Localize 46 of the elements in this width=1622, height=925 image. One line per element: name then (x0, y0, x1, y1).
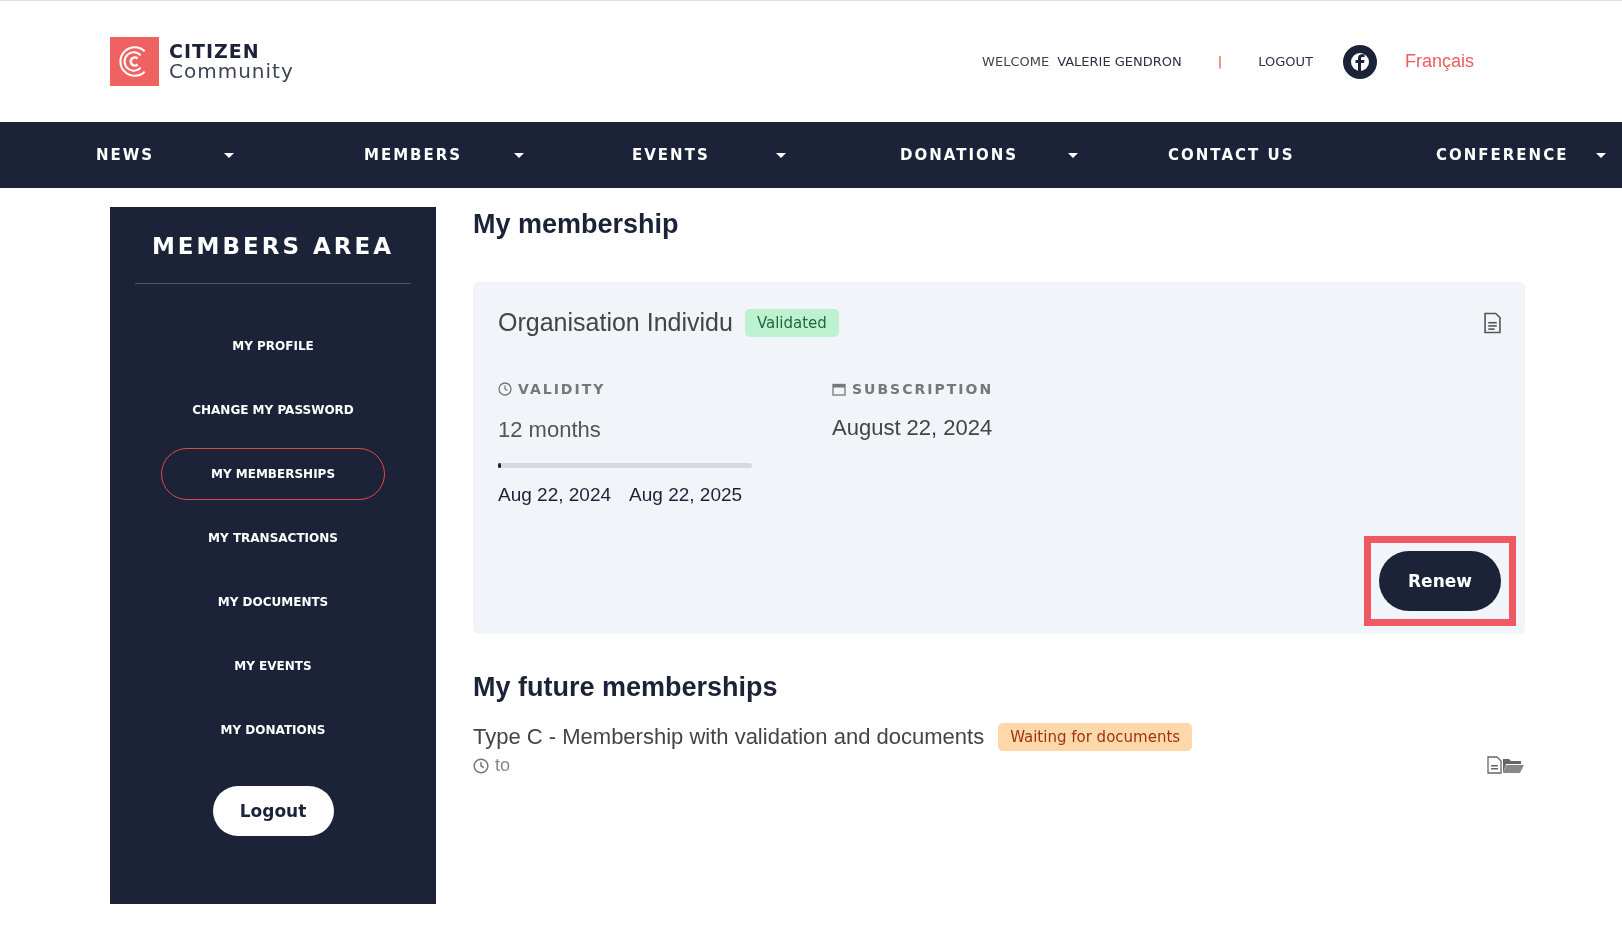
end-date: Aug 22, 2025 (629, 484, 743, 506)
clock-icon (473, 757, 489, 774)
facebook-icon[interactable] (1342, 44, 1377, 79)
sidebar-title: MEMBERS AREA (151, 233, 394, 259)
logout-button[interactable]: Logout (212, 786, 334, 836)
nav-link[interactable]: NEWS (96, 146, 155, 164)
logo-title: CITIZEN (169, 42, 261, 61)
welcome-label: WELCOME (982, 54, 1050, 69)
sidebar-item[interactable]: MY DONATIONS (161, 704, 385, 756)
validity-value: 12 months (498, 417, 602, 443)
clock-icon (498, 382, 512, 396)
sidebar-item[interactable]: MY EVENTS (161, 640, 385, 692)
field-label: VALIDITY (518, 381, 606, 397)
caret-icon[interactable] (1596, 152, 1607, 158)
sidebar-item[interactable]: MY DOCUMENTS (161, 576, 385, 628)
document-icon[interactable] (1484, 311, 1501, 334)
section-heading: My future memberships (473, 672, 779, 703)
calendar-icon (832, 382, 846, 396)
logout-link[interactable]: LOGOUT (1258, 54, 1313, 69)
membership-name: Organisation Individu (498, 308, 733, 337)
sidebar-item[interactable]: MY PROFILE (161, 320, 385, 372)
nav-link[interactable]: CONFERENCE (1436, 146, 1569, 164)
logo-icon (110, 37, 159, 86)
date-range: to (495, 755, 510, 776)
caret-icon[interactable] (514, 152, 525, 158)
caret-icon[interactable] (224, 152, 235, 158)
status-badge: Validated (744, 308, 839, 337)
logo-subtitle: Community (169, 61, 294, 81)
user-name: VALERIE GENDRON (1057, 54, 1182, 69)
start-date: Aug 22, 2024 (498, 484, 612, 506)
section-heading: My membership (473, 209, 680, 240)
nav-link[interactable]: MEMBERS (364, 146, 463, 164)
documents-folder-icon[interactable] (1487, 755, 1525, 774)
sidebar-item[interactable]: CHANGE MY PASSWORD (161, 384, 385, 436)
separator: | (1217, 54, 1223, 69)
nav-link[interactable]: EVENTS (632, 146, 710, 164)
caret-icon[interactable] (775, 152, 786, 158)
renew-button[interactable]: Renew (1379, 551, 1501, 611)
sidebar-item[interactable]: MY TRANSACTIONS (161, 512, 385, 564)
field-label: SUBSCRIPTION (852, 381, 994, 397)
subscription-date: August 22, 2024 (832, 415, 994, 441)
membership-name: Type C - Membership with validation and documents (473, 724, 985, 750)
status-badge: Waiting for documents (998, 723, 1193, 751)
caret-icon[interactable] (1068, 152, 1079, 158)
nav-link[interactable]: DONATIONS (900, 146, 1019, 164)
nav-link[interactable]: CONTACT US (1168, 146, 1295, 164)
